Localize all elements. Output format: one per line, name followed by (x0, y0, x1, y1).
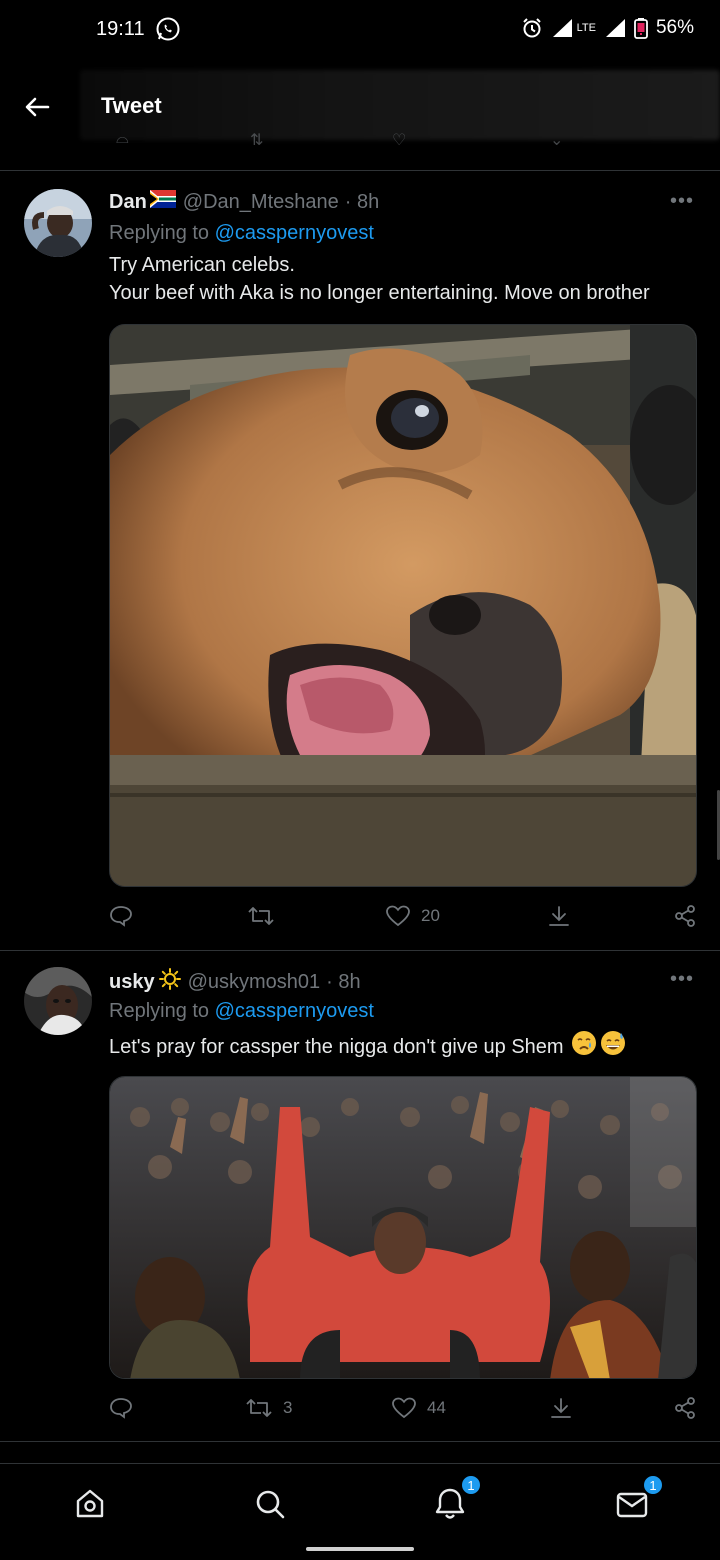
arrow-left-icon[interactable] (22, 92, 52, 122)
crying-face-icon (571, 1030, 597, 1064)
tweet-text: Let's pray for cassper the nigga don't g… (109, 1030, 626, 1064)
avatar[interactable] (24, 967, 92, 1035)
signal-icon (604, 18, 626, 38)
network-label: LTE (576, 22, 596, 34)
status-bar: 19:11 LTE 56% (0, 0, 720, 60)
reply-button[interactable] (109, 904, 133, 928)
share-icon: ⌄ (550, 132, 564, 149)
reply-icon (110, 1398, 132, 1419)
more-options-icon[interactable]: ••• (670, 190, 694, 213)
share-button[interactable] (547, 904, 571, 928)
replying-to: Replying to @casspernyovest (109, 1000, 374, 1023)
south-africa-flag-icon (149, 190, 176, 214)
retweet-button[interactable] (247, 904, 285, 928)
mention-link[interactable]: @casspernyovest (215, 222, 374, 244)
retweet-count: 3 (283, 1398, 293, 1417)
download-icon (551, 1398, 571, 1418)
retweet-icon (246, 1399, 272, 1417)
share-icon (675, 905, 695, 927)
home-icon[interactable] (70, 1484, 110, 1524)
mention-link[interactable]: @casspernyovest (215, 1000, 374, 1022)
previous-tweet-actions: ⌓ ⇅ ♡ ⌄ (0, 130, 720, 154)
user-handle[interactable]: @Dan_Mteshane (183, 191, 339, 214)
share-network-button[interactable] (673, 904, 697, 928)
share-network-button[interactable] (673, 1396, 697, 1420)
messages-badge: 1 (642, 1474, 664, 1496)
messages-icon[interactable]: 1 (612, 1474, 664, 1524)
replying-prefix: Replying to (109, 1000, 210, 1022)
page-title: Tweet (101, 93, 162, 118)
heart-icon (386, 905, 410, 927)
home-indicator[interactable] (306, 1547, 414, 1551)
download-icon (549, 906, 569, 926)
heart-icon: ♡ (392, 132, 407, 149)
like-button[interactable]: 44 (391, 1396, 446, 1420)
notifications-badge: 1 (460, 1474, 482, 1496)
search-icon[interactable] (250, 1484, 290, 1524)
tweet-header: Dan @Dan_Mteshane · 8h (109, 190, 379, 214)
whatsapp-icon (155, 16, 181, 42)
tweet-text-line: Try American celebs. (109, 254, 295, 276)
tweet-text: Try American celebs. Your beef with Aka … (109, 251, 650, 307)
like-button[interactable]: 20 (385, 904, 440, 928)
retweet-icon (248, 907, 274, 925)
replying-to: Replying to @casspernyovest (109, 222, 374, 245)
more-options-icon[interactable]: ••• (670, 968, 694, 991)
retweet-button[interactable]: 3 (245, 1396, 292, 1420)
status-time: 19:11 (96, 18, 145, 40)
tweet-header: usky @uskymosh01 · 8h (109, 968, 361, 996)
grinning-sweat-icon (600, 1030, 626, 1064)
display-name[interactable]: Dan (109, 191, 147, 214)
divider (0, 1441, 720, 1442)
tweet-reply[interactable]: usky @uskymosh01 · 8h ••• Replying to @c… (0, 951, 720, 1441)
tweet-time: · 8h (326, 970, 361, 993)
like-count: 44 (427, 1398, 446, 1417)
replying-prefix: Replying to (109, 222, 210, 244)
tweet-image[interactable] (109, 324, 697, 887)
tweet-text-line: Your beef with Aka is no longer entertai… (109, 282, 650, 304)
battery-level: 56% (655, 17, 694, 38)
sun-icon (158, 968, 181, 996)
tweet-time: · 8h (344, 190, 380, 213)
user-handle[interactable]: @uskymosh01 (188, 971, 321, 994)
alarm-icon (521, 17, 543, 39)
reply-icon (110, 906, 132, 927)
reply-icon: ⌓ (116, 130, 129, 147)
battery-icon (634, 17, 648, 39)
tweet-text-line: Let's pray for cassper the nigga don't g… (109, 1036, 564, 1058)
share-icon (675, 1397, 695, 1419)
tweet-actions: 3 44 (109, 1396, 709, 1426)
heart-icon (392, 1397, 416, 1419)
retweet-icon: ⇅ (250, 132, 264, 149)
tweet-image[interactable] (109, 1076, 697, 1379)
reply-button[interactable] (109, 1396, 133, 1420)
display-name[interactable]: usky (109, 971, 155, 994)
like-count: 20 (421, 906, 440, 925)
share-button[interactable] (549, 1396, 573, 1420)
signal-icon (551, 18, 573, 38)
bottom-nav: 1 1 (0, 1463, 720, 1560)
tweet-reply[interactable]: Dan @Dan_Mteshane · 8h ••• Replying to @… (0, 171, 720, 950)
avatar[interactable] (24, 189, 92, 257)
notifications-icon[interactable]: 1 (430, 1474, 482, 1524)
tweet-actions: 20 (109, 904, 709, 934)
